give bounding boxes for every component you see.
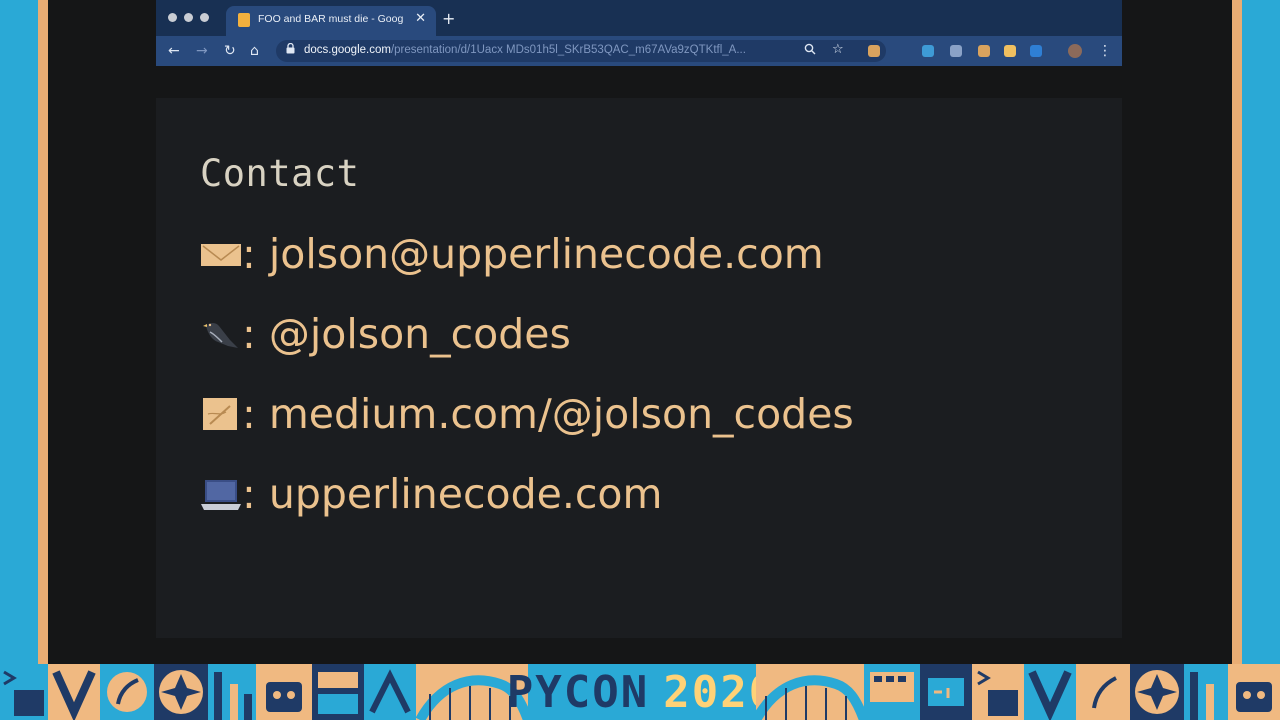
banner-pattern-left — [0, 664, 528, 720]
tab-title: FOO and BAR must die - Goog — [258, 13, 404, 25]
contact-row-website: : upperlinecode.com — [200, 466, 662, 522]
nav-bar: ← → ↻ ⌂ docs.google.com/presentation/d/1… — [156, 36, 1122, 66]
tab-bar: FOO and BAR must die - Goog ✕ + — [156, 0, 1122, 36]
envelope-icon — [200, 234, 242, 274]
bird-icon — [200, 314, 242, 354]
google-slides-icon — [238, 13, 250, 27]
back-icon[interactable]: ← — [168, 42, 180, 60]
frame-left — [38, 0, 48, 664]
contact-row-email: : jolson@upperlinecode.com — [200, 226, 824, 282]
extension-icon[interactable] — [978, 45, 990, 57]
contact-row-medium: : medium.com/@jolson_codes — [200, 386, 854, 442]
extension-icon[interactable] — [922, 45, 934, 57]
pycon-logo: PYCON 2020 — [507, 664, 775, 720]
menu-icon[interactable]: ⋮ — [1098, 42, 1112, 60]
banner-pattern-right — [756, 664, 1280, 720]
contact-twitter: : @jolson_codes — [242, 310, 571, 358]
tab-slides[interactable]: FOO and BAR must die - Goog ✕ — [226, 6, 436, 36]
extension-icon[interactable] — [1004, 45, 1016, 57]
forward-icon[interactable]: → — [196, 42, 208, 60]
contact-website: : upperlinecode.com — [242, 470, 663, 518]
search-icon[interactable] — [804, 42, 816, 60]
contact-row-twitter: : @jolson_codes — [200, 306, 571, 362]
extension-icon[interactable] — [1030, 45, 1042, 57]
laptop-icon — [200, 474, 242, 514]
extension-icon[interactable] — [868, 45, 880, 57]
reload-icon[interactable]: ↻ — [224, 42, 236, 60]
tab-close-icon[interactable]: ✕ — [415, 11, 426, 26]
memo-icon — [200, 394, 242, 434]
browser-window: FOO and BAR must die - Goog ✕ + ← → ↻ ⌂ … — [156, 0, 1122, 66]
lock-icon — [286, 42, 295, 57]
contact-email: : jolson@upperlinecode.com — [242, 230, 824, 278]
avatar[interactable] — [1068, 44, 1082, 58]
slide: Contact : jolson@upperlinecode.com : @jo… — [156, 98, 1122, 638]
extension-icon[interactable] — [950, 45, 962, 57]
window-minimize-dot[interactable] — [184, 13, 193, 22]
new-tab-button[interactable]: + — [442, 9, 455, 28]
frame-right — [1232, 0, 1242, 664]
pycon-banner: PYCON 2020 — [0, 664, 1280, 720]
address-bar[interactable]: docs.google.com/presentation/d/1Uacx MDs… — [276, 40, 886, 62]
url-text: docs.google.com/presentation/d/1Uacx MDs… — [304, 44, 746, 56]
pycon-word: PYCON — [506, 666, 650, 718]
window-maximize-dot[interactable] — [200, 13, 209, 22]
home-icon[interactable]: ⌂ — [250, 42, 259, 60]
slide-heading: Contact — [200, 152, 360, 195]
contact-medium: : medium.com/@jolson_codes — [242, 390, 854, 438]
star-icon[interactable]: ☆ — [832, 41, 844, 59]
window-close-dot[interactable] — [168, 13, 177, 22]
